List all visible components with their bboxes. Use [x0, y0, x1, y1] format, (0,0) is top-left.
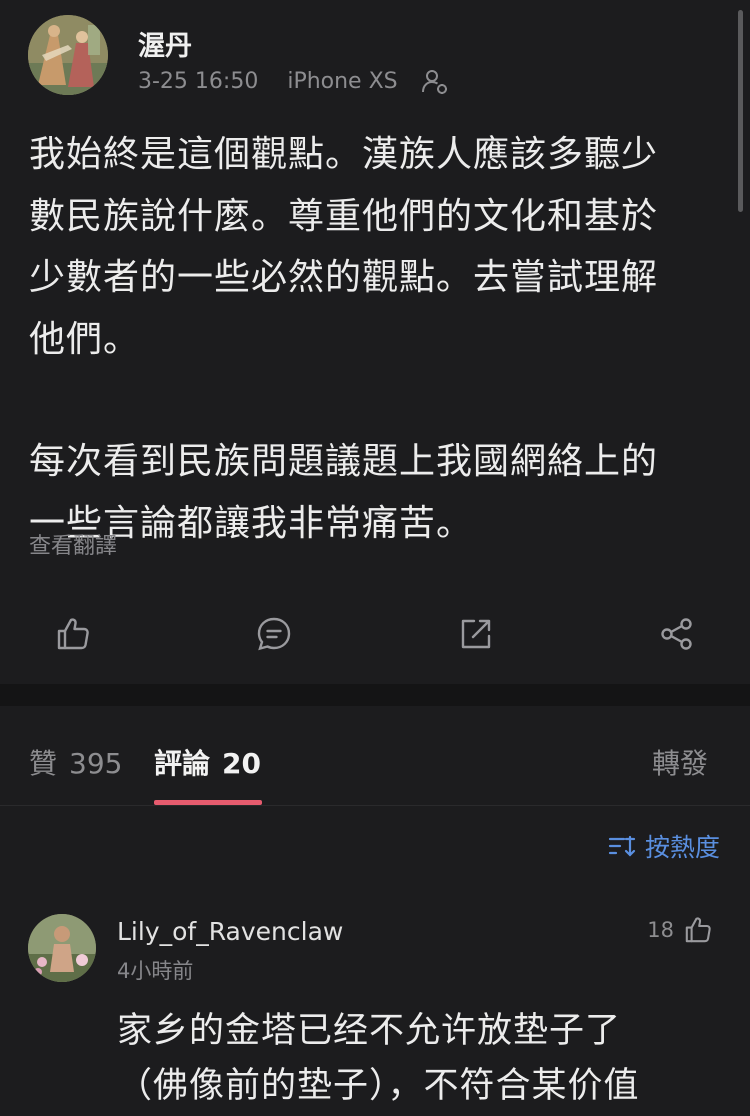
comment-line: （佛像前的垫子），不符合某价值 — [117, 1066, 640, 1106]
tab-likes-count: 395 — [69, 747, 123, 780]
post-content: 我始終是這個觀點。漢族人應該多聽少 數民族說什麼。尊重他們的文化和基於 少數者的… — [29, 124, 729, 554]
sort-button[interactable]: 按熱度 — [607, 828, 720, 864]
content-line: 他們。 — [29, 318, 141, 360]
view-translation-link[interactable]: 查看翻譯 — [29, 528, 117, 560]
post-tabs: 贊 395 評論 20 轉發 — [0, 706, 750, 806]
comment-time: 4小時前 — [117, 959, 194, 983]
content-line: 一些言論都讓我非常痛苦。 — [29, 502, 474, 544]
sort-label: 按熱度 — [644, 833, 720, 862]
comment-text: 家乡的金塔已经不允许放垫子了 （佛像前的垫子），不符合某价值 — [117, 1004, 727, 1114]
user-avatar[interactable] — [28, 15, 108, 95]
scrollbar[interactable] — [738, 10, 743, 212]
post-time: 3-25 16:50 — [138, 69, 259, 94]
tab-comments[interactable]: 評論 20 — [154, 742, 261, 782]
commenter-avatar[interactable] — [28, 914, 96, 982]
thumb-up-icon — [685, 917, 711, 943]
content-line: 每次看到民族問題議題上我國網絡上的 — [29, 441, 659, 482]
post-username[interactable]: 渥丹 — [138, 24, 192, 63]
commenter-username[interactable]: Lily_of_Ravenclaw — [117, 917, 343, 946]
share-out-icon[interactable] — [456, 614, 496, 654]
comment-like-button[interactable]: 18 — [647, 914, 714, 946]
active-tab-indicator — [154, 800, 262, 805]
comment-line: 家乡的金塔已经不允许放垫子了 — [117, 1011, 622, 1051]
comment-like-count: 18 — [647, 918, 674, 942]
tab-reposts-label: 轉發 — [652, 747, 709, 780]
like-icon[interactable] — [53, 614, 93, 654]
content-line: 少數者的一些必然的觀點。去嘗試理解 — [29, 257, 659, 298]
tab-reposts[interactable]: 轉發 — [652, 742, 708, 782]
tab-likes-label: 贊 — [29, 747, 58, 780]
tab-comments-count: 20 — [222, 747, 261, 780]
follow-user-icon[interactable] — [419, 66, 451, 98]
share-icon[interactable] — [657, 614, 697, 654]
section-divider — [0, 684, 750, 706]
sort-icon — [608, 835, 636, 857]
tab-likes[interactable]: 贊 395 — [29, 742, 122, 782]
comment-icon[interactable] — [254, 614, 294, 654]
post-card: 渥丹 3-25 16:50 iPhone XS 我始終是這個觀點。漢族人應該多聽… — [0, 0, 750, 684]
post-device: iPhone XS — [287, 69, 398, 94]
weibo-post-page: 渥丹 3-25 16:50 iPhone XS 我始終是這個觀點。漢族人應該多聽… — [0, 0, 750, 1116]
content-line: 我始終是這個觀點。漢族人應該多聽少 — [29, 134, 659, 175]
post-action-bar — [0, 606, 750, 662]
tab-comments-label: 評論 — [154, 747, 211, 780]
content-line: 數民族說什麼。尊重他們的文化和基於 — [29, 195, 659, 237]
post-meta: 3-25 16:50 iPhone XS — [138, 69, 398, 94]
